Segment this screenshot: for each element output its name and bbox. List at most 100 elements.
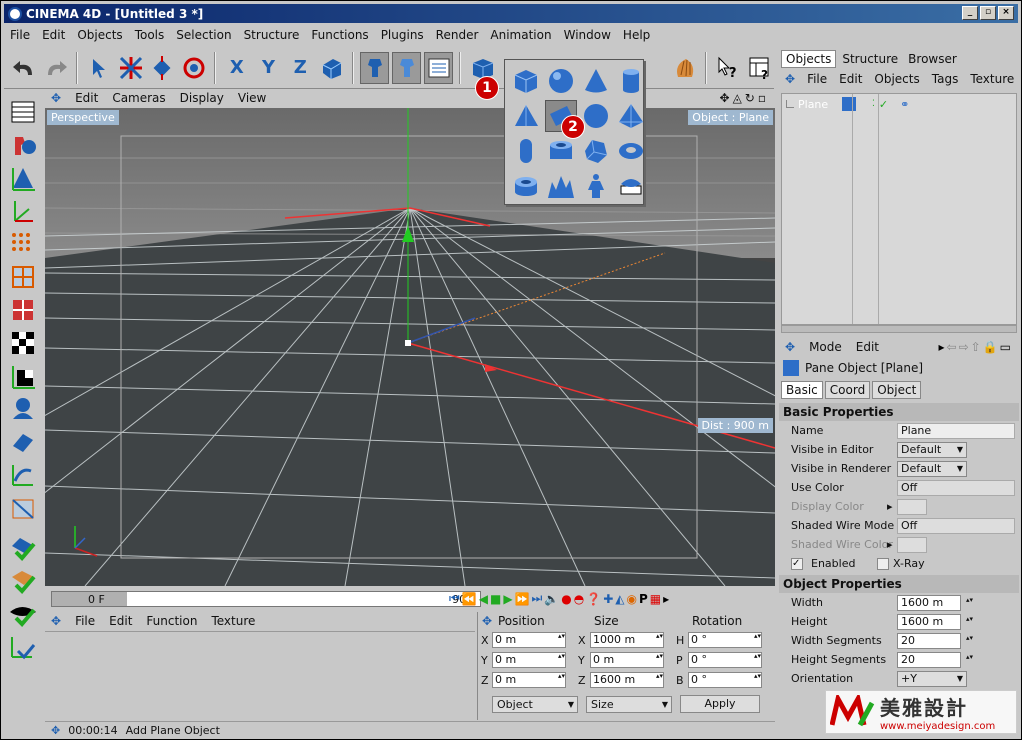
attr-tab-coord[interactable]: Coord <box>824 381 871 399</box>
width-segments-field[interactable]: 20 <box>897 632 972 649</box>
goto-start-icon[interactable]: ⏮ <box>449 591 460 606</box>
menu-render[interactable]: Render <box>430 28 485 42</box>
z-axis-lock-icon[interactable]: Z <box>285 51 315 84</box>
attr-arrow-icon[interactable]: ▸ <box>938 340 946 354</box>
sound-icon[interactable]: 🔈 <box>544 592 559 606</box>
record-icon[interactable]: ● <box>561 592 571 606</box>
more-arrow-icon[interactable]: ▸ <box>663 592 669 606</box>
rotation-key-icon[interactable]: ◉ <box>627 592 637 606</box>
pointer-tool-icon[interactable] <box>84 51 114 84</box>
height-segments-field[interactable]: 20 <box>897 651 972 668</box>
menu-edit[interactable]: Edit <box>36 28 71 42</box>
rotation-h-field[interactable]: 0 ° <box>688 632 762 648</box>
name-field[interactable]: Plane <box>897 422 1015 439</box>
cylinder-icon[interactable] <box>615 65 647 97</box>
axis-mode-icon[interactable] <box>7 196 39 226</box>
use-color-select[interactable]: Off <box>897 479 1015 496</box>
figure-icon[interactable] <box>580 170 612 202</box>
perspective-viewport[interactable]: Perspective Object : Plane Dist : 900 m <box>45 108 775 586</box>
play-back-icon[interactable]: ◀ <box>479 592 488 606</box>
rotation-b-field[interactable]: 0 ° <box>688 672 762 688</box>
material-check-icon[interactable] <box>7 566 39 596</box>
redo-icon[interactable] <box>41 51 71 84</box>
menu-objects[interactable]: Objects <box>71 28 128 42</box>
landscape-icon[interactable] <box>545 170 577 202</box>
height-field[interactable]: 1600 m <box>897 613 972 630</box>
coord-pin-icon[interactable]: ✥ <box>478 614 498 628</box>
pla-key-icon[interactable]: ▦ <box>650 592 661 606</box>
sculpt-mode-icon[interactable] <box>7 394 39 424</box>
visibility-check-icon[interactable] <box>7 599 39 629</box>
menu-structure[interactable]: Structure <box>238 28 306 42</box>
scale-tool-icon[interactable] <box>147 51 177 84</box>
phong-tag-icon[interactable]: ⚭ <box>900 98 909 111</box>
stop-icon[interactable]: ■ <box>490 592 501 606</box>
size-mode-select[interactable]: Size <box>586 695 672 713</box>
move-tool-icon[interactable] <box>116 51 145 84</box>
display-color-swatch[interactable] <box>897 498 927 515</box>
shaded-wire-mode-select[interactable]: Off <box>897 517 1015 534</box>
object-menu-objects[interactable]: Objects <box>874 72 919 86</box>
enabled-checkbox[interactable]: ✓ <box>791 557 803 570</box>
sphere-icon[interactable] <box>545 65 577 97</box>
expand-arrow-icon[interactable]: ▸ <box>887 500 897 513</box>
enable-check-icon[interactable] <box>7 533 39 563</box>
next-key-icon[interactable]: ⏩ <box>515 592 530 606</box>
splines-check-icon[interactable] <box>7 632 39 662</box>
render-settings-icon[interactable] <box>424 51 454 84</box>
rotate-tool-icon[interactable] <box>179 51 209 84</box>
attr-tab-basic[interactable]: Basic <box>781 381 823 399</box>
shaded-wire-color-swatch[interactable] <box>897 536 927 553</box>
texture-mode-icon[interactable] <box>7 328 39 358</box>
editor-visibility-select[interactable]: Default <box>897 441 967 458</box>
edges-mode-icon[interactable] <box>7 262 39 292</box>
platonic-icon[interactable] <box>615 100 647 132</box>
tweak-mode-icon[interactable] <box>7 427 39 457</box>
menu-tools[interactable]: Tools <box>129 28 171 42</box>
viewport-zoom-icon[interactable]: ◬ <box>733 91 745 105</box>
relief-icon[interactable] <box>615 170 647 202</box>
attr-menu-edit[interactable]: Edit <box>856 340 879 354</box>
forward-icon[interactable]: ⇨ <box>959 340 971 354</box>
position-x-field[interactable]: 0 m <box>492 632 566 648</box>
renderer-visibility-select[interactable]: Default <box>897 460 967 477</box>
object-pin-icon[interactable]: ✥ <box>785 72 795 86</box>
object-row-plane[interactable]: Plane ⁚ ✓ ⚭ <box>782 94 1016 114</box>
texture-axis-mode-icon[interactable] <box>7 361 39 391</box>
material-menu-function[interactable]: Function <box>146 614 197 628</box>
size-x-field[interactable]: 1000 m <box>590 632 664 648</box>
prev-key-icon[interactable]: ⏪ <box>462 592 477 606</box>
material-pin-icon[interactable]: ✥ <box>51 614 61 628</box>
object-name[interactable]: Plane <box>798 98 838 111</box>
object-list-scrollbar[interactable] <box>781 325 1017 333</box>
world-coordinates-icon[interactable] <box>317 51 347 84</box>
tube-icon[interactable] <box>545 135 577 167</box>
timeline-slider[interactable]: 0 F 90 F <box>51 591 481 607</box>
xray-checkbox[interactable] <box>877 557 889 570</box>
position-y-field[interactable]: 0 m <box>492 652 566 668</box>
render-view-icon[interactable] <box>360 51 390 84</box>
object-menu-texture[interactable]: Texture <box>970 72 1014 86</box>
object-list[interactable]: Plane ⁚ ✓ ⚭ <box>781 93 1017 325</box>
maximize-button[interactable]: ▫ <box>980 6 996 20</box>
undo-icon[interactable] <box>10 51 39 84</box>
tab-objects[interactable]: Objects <box>781 50 837 68</box>
capsule-icon[interactable] <box>510 135 542 167</box>
tab-browser[interactable]: Browser <box>904 51 961 67</box>
menu-plugins[interactable]: Plugins <box>375 28 430 42</box>
apply-button[interactable]: Apply <box>680 695 760 713</box>
close-button[interactable]: × <box>998 6 1014 20</box>
x-axis-lock-icon[interactable]: X <box>222 51 252 84</box>
keyframe-help-icon[interactable]: ❓ <box>586 592 601 606</box>
attr-tab-object[interactable]: Object <box>872 381 922 399</box>
orientation-select[interactable]: +Y <box>897 670 967 687</box>
material-menu-edit[interactable]: Edit <box>109 614 132 628</box>
viewport-menu-cameras[interactable]: Cameras <box>112 91 165 105</box>
visibility-dots-icon[interactable]: ⁚ <box>872 99 875 109</box>
viewport-rotate-icon[interactable]: ↻ <box>745 91 758 105</box>
help-pointer-icon[interactable]: ? <box>713 51 743 84</box>
attr-menu-mode[interactable]: Mode <box>809 340 842 354</box>
position-key-icon[interactable]: ✚ <box>603 592 613 606</box>
menu-help[interactable]: Help <box>617 28 656 42</box>
cube-icon[interactable] <box>510 65 542 97</box>
